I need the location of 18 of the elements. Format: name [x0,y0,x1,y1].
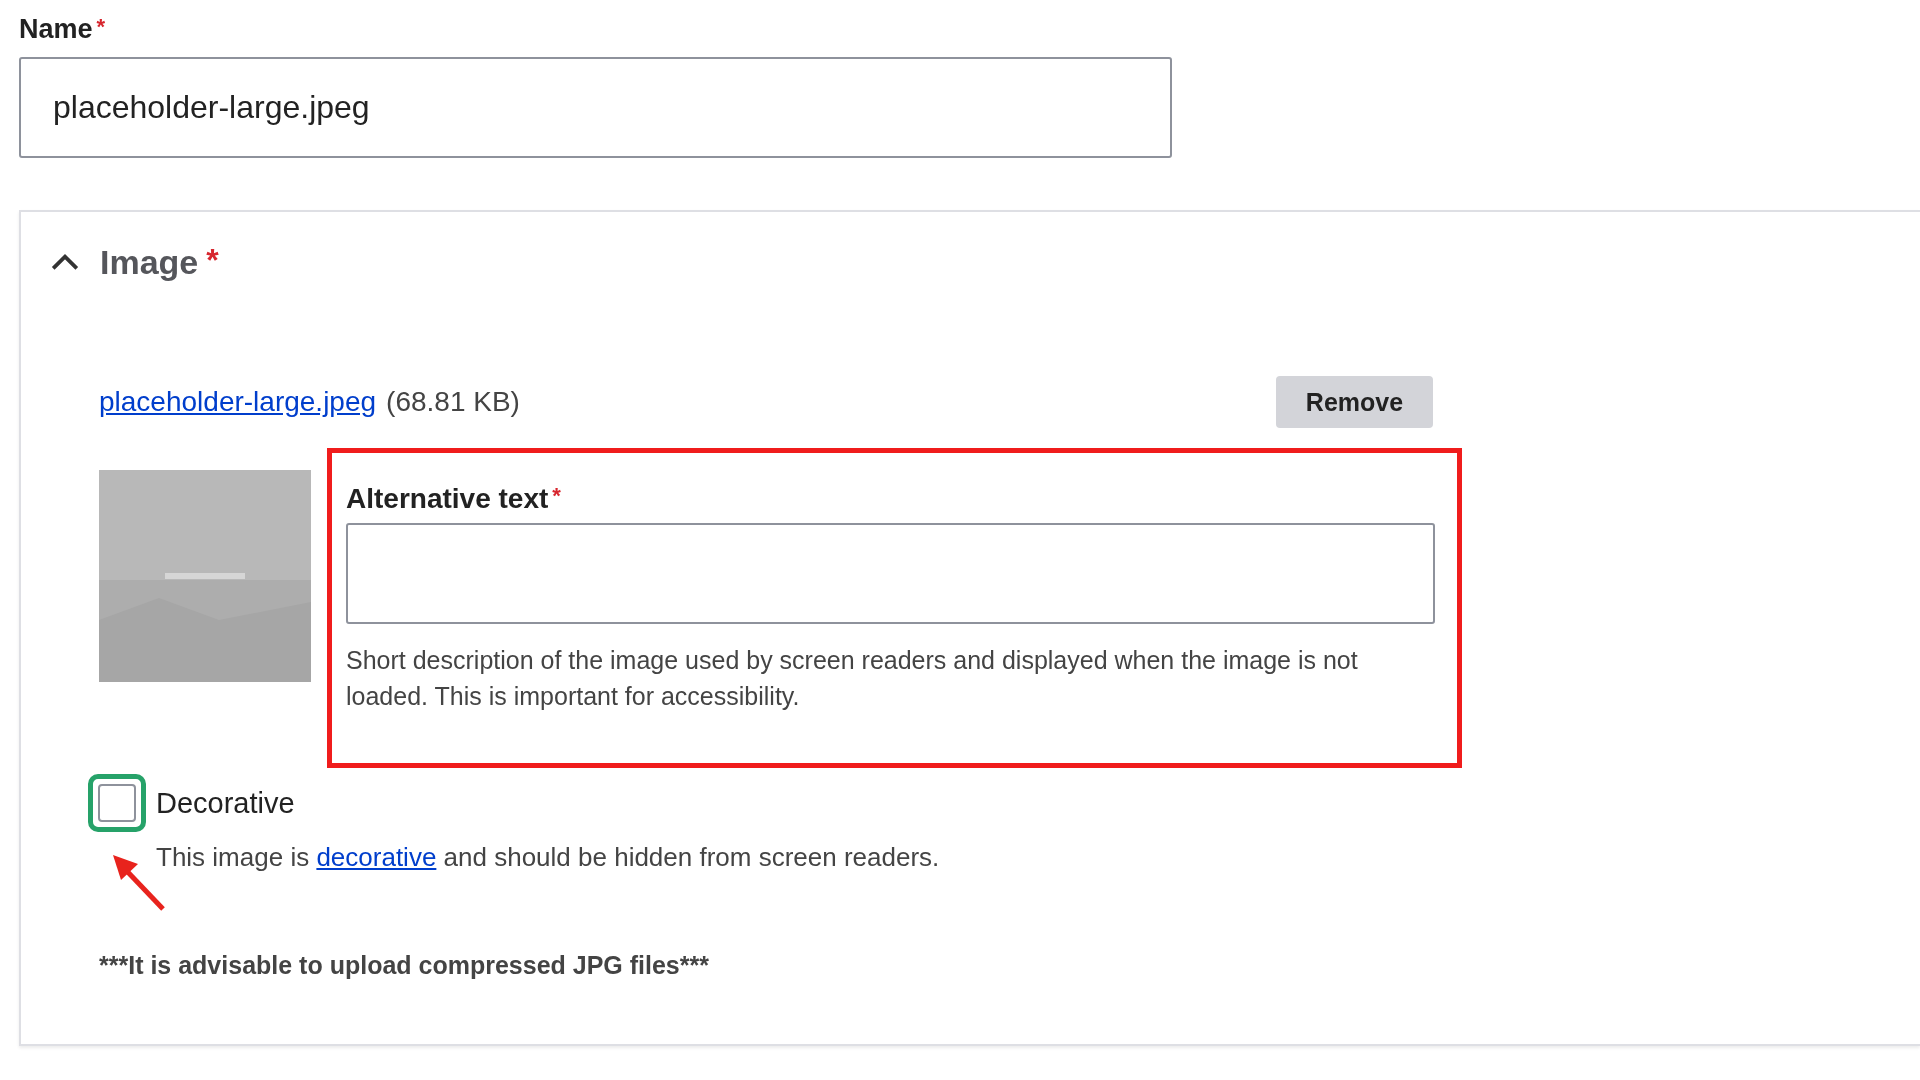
upload-note: ***It is advisable to upload compressed JPG files*** [99,951,710,980]
name-field[interactable]: placeholder-large.jpeg [19,57,1172,158]
required-mark: * [206,241,219,279]
field-label: Alternative text [346,483,549,515]
chevron-icon[interactable] [50,252,80,272]
checkbox-description: This image is decorative and should be hidden from screen readers. [156,842,941,873]
checkbox[interactable] [88,774,146,832]
file-size: (68.81 KB) [386,386,520,418]
required-mark: * [552,483,561,509]
field-label: Name [19,14,93,45]
checkbox-label[interactable]: Decorative [156,786,295,820]
alt-text-field[interactable] [346,523,1435,624]
required-mark: * [96,14,106,40]
file-link[interactable]: placeholder-large.jpeg [99,386,377,418]
remove-button[interactable]: Remove [1276,376,1433,428]
decorative-link[interactable]: decorative [316,842,437,872]
section-title[interactable]: Image [100,242,199,282]
field-description: Short description of the image used by screen readers and displayed when the image is not loaded. This is important for accessibility. [346,645,1359,712]
